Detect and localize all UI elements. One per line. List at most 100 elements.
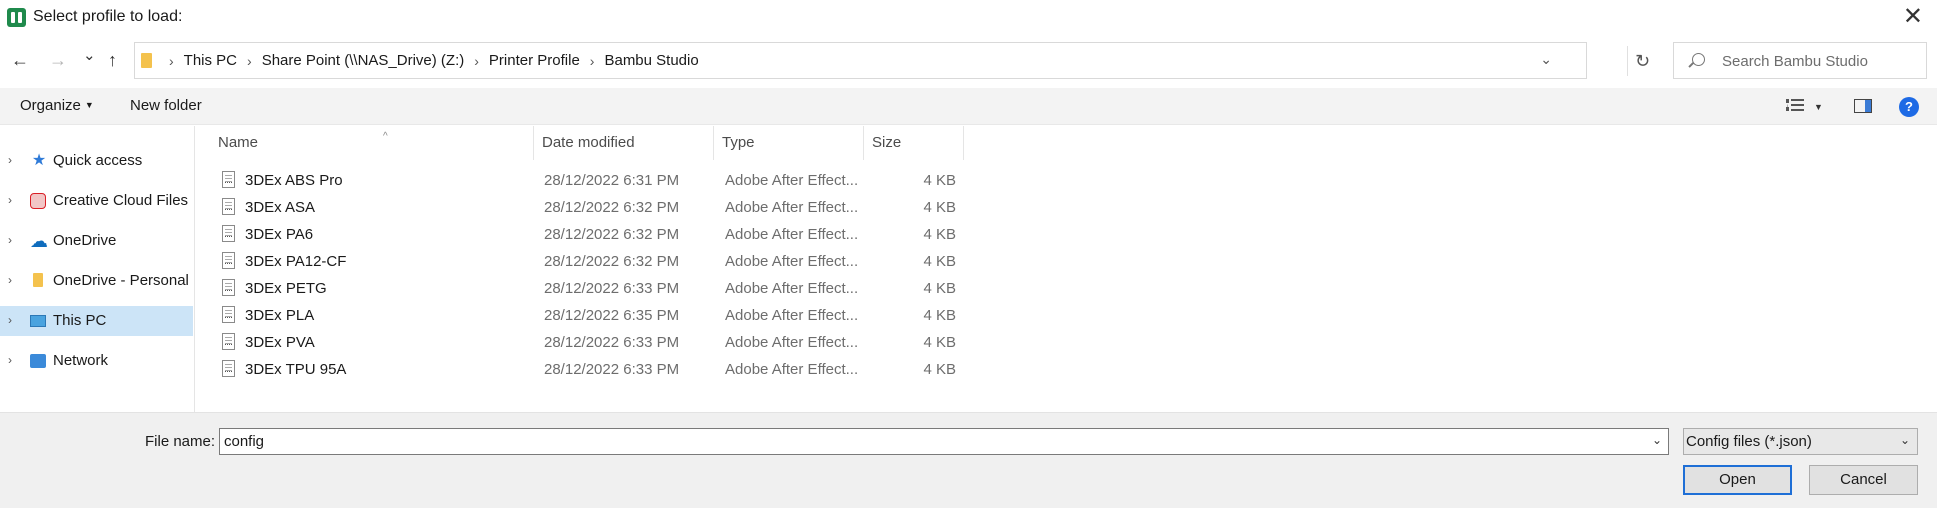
column-header-type[interactable]: Type — [714, 126, 864, 160]
expand-chevron-icon[interactable]: › — [8, 273, 12, 287]
file-size: 4 KB — [923, 307, 956, 324]
sidebar-item-onedrive[interactable]: › ☁ OneDrive — [0, 226, 193, 256]
file-date-modified: 28/12/2022 6:31 PM — [544, 172, 680, 189]
file-date-modified: 28/12/2022 6:35 PM — [544, 307, 680, 324]
sort-ascending-icon: ^ — [383, 131, 388, 142]
cloud-icon: ☁ — [30, 231, 48, 251]
command-bar: Organize ▼ New folder ▼ ? — [0, 88, 1937, 125]
file-size: 4 KB — [923, 334, 956, 351]
view-options-caret-icon[interactable]: ▼ — [1814, 102, 1823, 112]
breadcrumb-separator-icon[interactable]: › — [590, 53, 595, 69]
breadcrumb-this-pc[interactable]: This PC — [184, 52, 237, 69]
back-arrow-icon[interactable]: ← — [11, 49, 29, 71]
breadcrumb-printer-profile[interactable]: Printer Profile — [489, 52, 580, 69]
file-name-combobox[interactable]: ⌄ — [219, 428, 1669, 455]
file-size: 4 KB — [923, 280, 956, 297]
folder-icon — [33, 273, 43, 287]
breadcrumb-separator-icon[interactable]: › — [247, 53, 252, 69]
sidebar-item-network[interactable]: › Network — [0, 346, 193, 376]
new-folder-button[interactable]: New folder — [130, 97, 202, 114]
change-view-icon[interactable] — [1786, 99, 1804, 113]
sidebar-item-quick-access[interactable]: › ★ Quick access — [0, 146, 193, 176]
file-size: 4 KB — [923, 172, 956, 189]
preview-pane-icon[interactable] — [1854, 99, 1872, 113]
file-type: Adobe After Effect... — [725, 361, 859, 378]
file-row[interactable]: 3DEx PETG 28/12/2022 6:33 PM Adobe After… — [217, 276, 977, 303]
file-name: 3DEx PA6 — [245, 226, 314, 243]
file-row[interactable]: 3DEx PVA 28/12/2022 6:33 PM Adobe After … — [217, 330, 977, 357]
file-row[interactable]: 3DEx ASA 28/12/2022 6:32 PM Adobe After … — [217, 195, 977, 222]
column-header-name[interactable]: Name ^ — [210, 126, 534, 160]
navigation-pane: › ★ Quick access › Creative Cloud Files … — [0, 126, 195, 412]
sidebar-item-creative-cloud-files[interactable]: › Creative Cloud Files — [0, 186, 193, 216]
file-icon — [222, 333, 235, 350]
file-date-modified: 28/12/2022 6:33 PM — [544, 280, 680, 297]
breadcrumb: › This PC › Share Point (\\NAS_Drive) (Z… — [159, 43, 699, 78]
up-arrow-icon[interactable]: ↑ — [108, 49, 117, 71]
chevron-down-icon: ⌄ — [1899, 433, 1910, 447]
file-type-select[interactable]: Config files (*.json) ⌄ — [1683, 428, 1918, 455]
expand-chevron-icon[interactable]: › — [8, 153, 12, 167]
bambu-studio-app-icon — [7, 8, 26, 27]
file-size: 4 KB — [923, 253, 956, 270]
recent-locations-chevron-icon[interactable]: ⌄ — [83, 45, 96, 67]
file-selection-footer: File name: ⌄ Config files (*.json) ⌄ Ope… — [0, 412, 1937, 508]
expand-chevron-icon[interactable]: › — [8, 313, 12, 327]
sidebar-item-label: Network — [53, 352, 109, 369]
file-name-input[interactable] — [224, 432, 1624, 451]
file-type: Adobe After Effect... — [725, 172, 859, 189]
cancel-button[interactable]: Cancel — [1809, 465, 1918, 495]
forward-arrow-icon[interactable]: → — [49, 49, 67, 71]
creative-cloud-icon — [30, 193, 46, 209]
help-icon[interactable]: ? — [1899, 97, 1919, 117]
file-type: Adobe After Effect... — [725, 280, 859, 297]
breadcrumb-bambu-studio[interactable]: Bambu Studio — [604, 52, 698, 69]
breadcrumb-separator-icon[interactable]: › — [474, 53, 479, 69]
breadcrumb-share-point[interactable]: Share Point (\\NAS_Drive) (Z:) — [262, 52, 465, 69]
expand-chevron-icon[interactable]: › — [8, 233, 12, 247]
search-icon — [1692, 53, 1705, 66]
address-history-chevron-icon[interactable]: ⌄ — [1540, 51, 1552, 68]
address-bar[interactable]: › This PC › Share Point (\\NAS_Drive) (Z… — [134, 42, 1587, 79]
file-row[interactable]: 3DEx PA12-CF 28/12/2022 6:32 PM Adobe Af… — [217, 249, 977, 276]
file-name: 3DEx PETG — [245, 280, 327, 297]
folder-icon — [141, 53, 152, 68]
sidebar-item-this-pc[interactable]: › This PC — [0, 306, 193, 336]
file-list: Name ^ Date modified Type Size 3DEx ABS … — [196, 126, 1937, 412]
chevron-down-icon[interactable]: ⌄ — [1652, 433, 1662, 447]
file-row[interactable]: 3DEx PLA 28/12/2022 6:35 PM Adobe After … — [217, 303, 977, 330]
file-row[interactable]: 3DEx TPU 95A 28/12/2022 6:33 PM Adobe Af… — [217, 357, 977, 384]
search-input[interactable] — [1722, 51, 1917, 71]
close-icon[interactable]: ✕ — [1903, 4, 1923, 30]
file-icon — [222, 198, 235, 215]
search-box[interactable] — [1673, 42, 1927, 79]
file-icon — [222, 171, 235, 188]
navigation-bar: ← → ⌄ ↑ › This PC › Share Point (\\NAS_D… — [0, 36, 1937, 86]
expand-chevron-icon[interactable]: › — [8, 353, 12, 367]
file-size: 4 KB — [923, 226, 956, 243]
computer-icon — [30, 315, 46, 327]
file-type: Adobe After Effect... — [725, 253, 859, 270]
file-type: Adobe After Effect... — [725, 307, 859, 324]
refresh-icon[interactable]: ↻ — [1627, 46, 1657, 76]
sidebar-item-onedrive-personal[interactable]: › OneDrive - Personal — [0, 266, 193, 296]
column-header-date-modified[interactable]: Date modified — [534, 126, 714, 160]
sidebar-item-label: Quick access — [53, 152, 143, 169]
column-header-size[interactable]: Size — [864, 126, 964, 160]
title-bar: Select profile to load: ✕ — [0, 0, 1937, 36]
file-row[interactable]: 3DEx PA6 28/12/2022 6:32 PM Adobe After … — [217, 222, 977, 249]
open-button[interactable]: Open — [1683, 465, 1792, 495]
file-date-modified: 28/12/2022 6:33 PM — [544, 361, 680, 378]
sidebar-item-label: OneDrive — [53, 232, 117, 249]
expand-chevron-icon[interactable]: › — [8, 193, 12, 207]
file-icon — [222, 252, 235, 269]
organize-menu-button[interactable]: Organize ▼ — [20, 97, 94, 114]
file-icon — [222, 360, 235, 377]
network-icon — [30, 354, 46, 368]
organize-label: Organize — [20, 97, 81, 114]
file-date-modified: 28/12/2022 6:32 PM — [544, 199, 680, 216]
sidebar-item-label: This PC — [53, 312, 107, 329]
file-row[interactable]: 3DEx ABS Pro 28/12/2022 6:31 PM Adobe Af… — [217, 168, 977, 195]
file-icon — [222, 225, 235, 242]
file-date-modified: 28/12/2022 6:32 PM — [544, 253, 680, 270]
